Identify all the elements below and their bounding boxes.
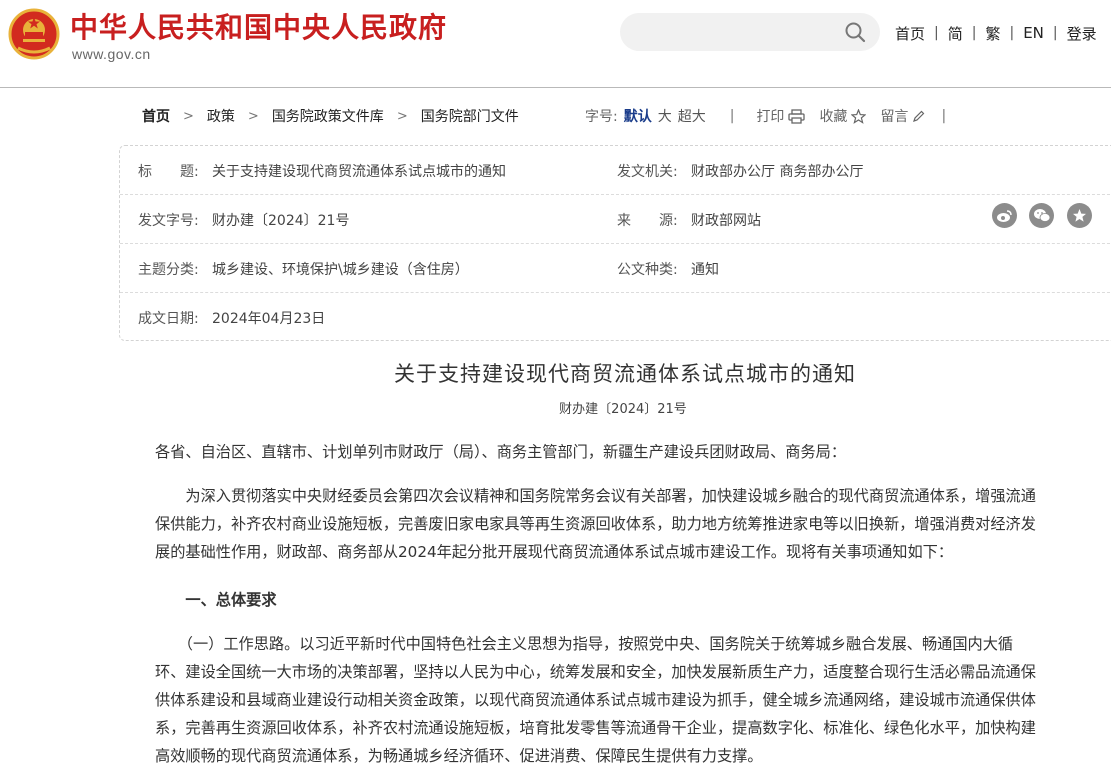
meta-source: 来 源: 财政部网站 bbox=[617, 210, 761, 230]
chevron-right-icon: > bbox=[396, 108, 408, 124]
nav-separator: | bbox=[971, 25, 977, 41]
tool-separator: | bbox=[729, 108, 735, 124]
meta-issuer-key: 发文机关: bbox=[617, 164, 678, 180]
meta-docno: 发文字号: 财办建〔2024〕21号 bbox=[138, 210, 349, 230]
font-size-large[interactable]: 大 bbox=[658, 106, 672, 126]
meta-source-value: 财政部网站 bbox=[691, 213, 761, 229]
meta-row: 主题分类: 城乡建设、环境保护\城乡建设（含住房） 公文种类: 通知 bbox=[120, 244, 1111, 293]
section-heading: 一、总体要求 bbox=[155, 591, 277, 609]
meta-docno-value: 财办建〔2024〕21号 bbox=[212, 213, 350, 229]
favorite-label: 收藏 bbox=[819, 109, 848, 125]
meta-type-value: 通知 bbox=[691, 262, 719, 278]
tool-separator: | bbox=[941, 108, 947, 124]
national-emblem-icon[interactable] bbox=[8, 8, 60, 60]
breadcrumb-policy[interactable]: 政策 bbox=[207, 106, 235, 126]
breadcrumb-home[interactable]: 首页 bbox=[142, 106, 170, 126]
breadcrumb: 首页 > 政策 > 国务院政策文件库 > 国务院部门文件 bbox=[142, 106, 519, 126]
print-label: 打印 bbox=[756, 109, 785, 125]
star-icon bbox=[851, 108, 867, 124]
article-salutation: 各省、自治区、直辖市、计划单列市财政厅（局）、商务主管部门，新疆生产建设兵团财政… bbox=[155, 438, 1105, 466]
meta-type-key: 公文种类: bbox=[617, 262, 678, 278]
paragraph-line: 供体系建设和县域商业建设行动相关资金政策，以现代商贸流通体系试点城市建设为抓手，… bbox=[155, 691, 1036, 709]
paragraph-line: 系，完善再生资源回收体系，补齐农村流通设施短板，培育批发零售等流通骨干企业，提高… bbox=[155, 719, 1036, 737]
pencil-icon bbox=[913, 110, 925, 122]
meta-type: 公文种类: 通知 bbox=[617, 259, 719, 279]
site-header: 中华人民共和国中央人民政府 www.gov.cn 首页 | 简 | 繁 | EN… bbox=[0, 0, 1111, 88]
paragraph-line: 保供能力，补齐农村商业设施短板，完善废旧家电家具等再生资源回收体系，助力地方统筹… bbox=[155, 515, 1036, 533]
site-domain: www.gov.cn bbox=[72, 46, 151, 62]
article-intro-paragraph: 为深入贯彻落实中央财经委员会第四次会议精神和国务院常务会议有关部署，加快建设城乡… bbox=[155, 482, 1105, 566]
favorite-button[interactable]: 收藏 bbox=[819, 106, 867, 126]
article-doc-number: 财办建〔2024〕21号 bbox=[559, 402, 687, 417]
meta-issuer-value: 财政部办公厅 商务部办公厅 bbox=[691, 164, 864, 180]
search-input[interactable] bbox=[620, 13, 830, 51]
search-icon[interactable] bbox=[844, 21, 866, 43]
meta-date-value: 2024年04月23日 bbox=[212, 311, 326, 327]
search-box bbox=[620, 13, 880, 51]
top-nav: 首页 | 简 | 繁 | EN | 登录 bbox=[895, 22, 1097, 44]
meta-row: 成文日期: 2024年04月23日 bbox=[120, 293, 1111, 342]
paragraph-line: 高效顺畅的现代商贸流通体系，为畅通城乡经济循环、促进消费、保障民生提供有力支撑。 bbox=[155, 747, 763, 765]
nav-simplified-link[interactable]: 简 bbox=[948, 23, 963, 44]
print-icon bbox=[788, 108, 806, 124]
salutation-line: 各省、自治区、直辖市、计划单列市财政厅（局）、商务主管部门，新疆生产建设兵团财政… bbox=[155, 443, 847, 461]
meta-title-key: 标 题: bbox=[138, 164, 199, 180]
page-tools: 字号: 默认 大 超大 | 打印 收藏 留言 | bbox=[585, 106, 946, 126]
nav-home-link[interactable]: 首页 bbox=[895, 23, 925, 44]
meta-issuer: 发文机关: 财政部办公厅 商务部办公厅 bbox=[617, 161, 863, 181]
font-size-default[interactable]: 默认 bbox=[624, 106, 652, 126]
nav-separator: | bbox=[1009, 25, 1015, 41]
meta-title-value: 关于支持建设现代商贸流通体系试点城市的通知 bbox=[212, 164, 506, 180]
article-title: 关于支持建设现代商贸流通体系试点城市的通知 bbox=[394, 362, 856, 386]
nav-separator: | bbox=[934, 25, 939, 41]
article-paragraph-1: （一）工作思路。以习近平新时代中国特色社会主义思想为指导，按照党中央、国务院关于… bbox=[155, 630, 1105, 770]
meta-topic: 主题分类: 城乡建设、环境保护\城乡建设（含住房） bbox=[138, 259, 469, 279]
nav-traditional-link[interactable]: 繁 bbox=[985, 23, 1000, 44]
chevron-right-icon: > bbox=[183, 108, 194, 124]
meta-docno-key: 发文字号: bbox=[138, 213, 199, 229]
nav-login-link[interactable]: 登录 bbox=[1067, 23, 1097, 44]
print-button[interactable]: 打印 bbox=[756, 106, 806, 126]
paragraph-line: 环、建设全国统一大市场的决策部署，坚持以人民为中心，统筹发展和安全，加快发展新质… bbox=[155, 663, 1036, 681]
comment-label: 留言 bbox=[880, 109, 909, 125]
meta-source-key: 来 源: bbox=[617, 213, 678, 229]
meta-date: 成文日期: 2024年04月23日 bbox=[138, 308, 325, 328]
paragraph-line: （一）工作思路。以习近平新时代中国特色社会主义思想为指导，按照党中央、国务院关于… bbox=[155, 635, 1014, 653]
meta-row: 发文字号: 财办建〔2024〕21号 来 源: 财政部网站 bbox=[120, 195, 1111, 244]
font-size-xlarge[interactable]: 超大 bbox=[678, 106, 706, 126]
toolbar: 首页 > 政策 > 国务院政策文件库 > 国务院部门文件 字号: 默认 大 超大… bbox=[0, 100, 1111, 228]
meta-topic-value: 城乡建设、环境保护\城乡建设（含住房） bbox=[212, 262, 469, 278]
meta-title: 标 题: 关于支持建设现代商贸流通体系试点城市的通知 bbox=[138, 161, 506, 181]
chevron-right-icon: > bbox=[247, 108, 259, 124]
meta-topic-key: 主题分类: bbox=[138, 262, 199, 278]
site-name[interactable]: 中华人民共和国中央人民政府 bbox=[70, 6, 447, 46]
document-meta-table: 标 题: 关于支持建设现代商贸流通体系试点城市的通知 发文机关: 财政部办公厅 商务… bbox=[119, 145, 1111, 341]
paragraph-line: 展的基础性作用，财政部、商务部从2024年起分批开展现代商贸流通体系试点城市建设… bbox=[155, 543, 954, 561]
breadcrumb-department-docs[interactable]: 国务院部门文件 bbox=[421, 106, 519, 126]
meta-date-key: 成文日期: bbox=[138, 311, 199, 327]
comment-button[interactable]: 留言 bbox=[880, 106, 925, 126]
paragraph-line: 为深入贯彻落实中央财经委员会第四次会议精神和国务院常务会议有关部署，加快建设城乡… bbox=[155, 487, 1036, 505]
meta-row: 标 题: 关于支持建设现代商贸流通体系试点城市的通知 发文机关: 财政部办公厅 商务… bbox=[120, 146, 1111, 195]
nav-separator: | bbox=[1052, 25, 1058, 41]
font-size-label: 字号: bbox=[585, 109, 618, 125]
nav-english-link[interactable]: EN bbox=[1023, 24, 1044, 42]
breadcrumb-policy-library[interactable]: 国务院政策文件库 bbox=[272, 106, 384, 126]
